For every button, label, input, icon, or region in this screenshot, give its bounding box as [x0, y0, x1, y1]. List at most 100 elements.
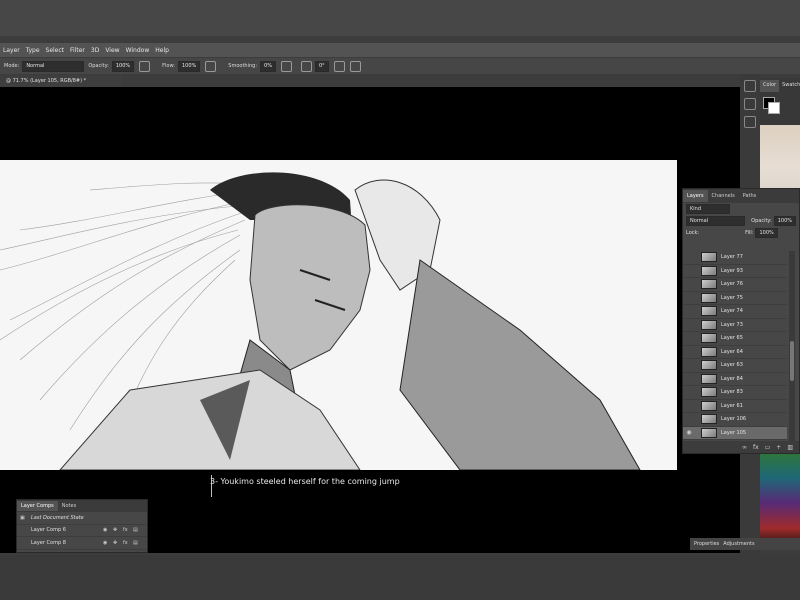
layer-name: Layer 105 [721, 429, 747, 436]
fill-field[interactable]: 100% [755, 228, 778, 238]
layer-thumbnail [701, 360, 717, 371]
layer-comp-item[interactable]: Layer Comp 8 ◉ ✥ fx ▤ [17, 537, 147, 550]
smart-object-icon[interactable]: ▤ [133, 540, 138, 546]
layer-thumbnail [701, 306, 717, 317]
menu-item-3d[interactable]: 3D [91, 47, 99, 54]
layer-thumbnail [701, 400, 717, 411]
tab-paths[interactable]: Paths [739, 190, 761, 202]
menu-item-help[interactable]: Help [155, 47, 169, 54]
menu-item-select[interactable]: Select [46, 47, 65, 54]
layer-list-scrollbar[interactable] [789, 251, 795, 441]
layer-row[interactable]: Layer 106 [683, 413, 787, 427]
position-icon[interactable]: ✥ [113, 540, 117, 546]
layer-row[interactable]: Layer 77 [683, 251, 787, 265]
fx-icon[interactable]: fx [123, 527, 128, 533]
mode-label: Mode: [4, 63, 20, 69]
menu-item-window[interactable]: Window [126, 47, 150, 54]
new-group-icon[interactable]: ▭ [765, 444, 771, 451]
fx-icon[interactable]: fx [123, 540, 128, 546]
tab-color[interactable]: Color [760, 80, 780, 92]
layer-row[interactable]: Layer 64 [683, 346, 787, 359]
info-icon[interactable] [744, 98, 756, 110]
brush-settings-icon[interactable] [744, 116, 756, 128]
layer-name: Layer 75 [721, 294, 743, 301]
layer-row[interactable]: Layer 74 [683, 305, 787, 319]
scroll-thumb[interactable] [790, 341, 794, 381]
flow-label: Flow: [162, 63, 175, 69]
menu-item-view[interactable]: View [105, 47, 119, 54]
trash-icon[interactable]: ▥ [787, 444, 793, 451]
layer-thumbnail [701, 252, 717, 263]
layer-opacity-label: Opacity: [751, 218, 772, 224]
fill-label: Fill: [745, 230, 754, 236]
smart-object-icon[interactable]: ▤ [133, 527, 138, 533]
angle-field[interactable]: 0° [314, 60, 329, 72]
fx-icon[interactable]: fx [753, 444, 759, 451]
pressure-size-icon[interactable] [333, 60, 345, 72]
smoothing-settings-icon[interactable] [280, 60, 292, 72]
layer-thumbnail [701, 279, 717, 290]
layer-row[interactable]: Layer 61 [683, 400, 787, 413]
layer-thumbnail [701, 414, 717, 425]
menu-bar: Layer Type Select Filter 3D View Window … [0, 43, 800, 57]
layer-row[interactable]: Layer 93 [683, 265, 787, 278]
new-layer-icon[interactable]: + [776, 444, 781, 451]
tab-swatches[interactable]: Swatches [779, 80, 800, 92]
color-panel-tabs: Color Swatches [760, 80, 800, 92]
symmetry-icon[interactable] [349, 60, 361, 72]
tab-adjustments[interactable]: Adjustments [723, 541, 754, 547]
tab-layer-comps[interactable]: Layer Comps [17, 501, 58, 511]
pressure-opacity-icon[interactable] [139, 60, 151, 72]
airbrush-icon[interactable] [205, 60, 217, 72]
layer-row[interactable]: ◉ Layer 105 [683, 426, 787, 440]
link-layers-icon[interactable]: ∞ [742, 444, 747, 451]
properties-panel-tabs: Properties Adjustments [690, 538, 800, 550]
opacity-field[interactable]: 100% [111, 60, 135, 72]
visibility-icon[interactable]: ◉ [683, 429, 695, 436]
layer-comp-item[interactable]: ▣ Last Document State [17, 512, 147, 525]
filter-row: Kind [683, 203, 799, 215]
background-color-swatch[interactable] [768, 102, 780, 114]
blend-mode-select[interactable]: Normal [686, 216, 746, 226]
menu-item-filter[interactable]: Filter [70, 47, 85, 54]
layer-thumbnail [701, 346, 717, 357]
history-icon[interactable] [744, 80, 756, 92]
layer-row[interactable]: Layer 65 [683, 332, 787, 346]
caption-text[interactable]: 3- Youkimo steeled herself for the comin… [210, 477, 400, 486]
layer-name: Layer 83 [721, 389, 743, 396]
layer-comp-item[interactable]: Layer Comp 6 ◉ ✥ fx ▤ [17, 525, 147, 537]
layer-comps-tabs: Layer Comps Notes [17, 500, 147, 512]
layer-row[interactable]: Layer 83 [683, 386, 787, 400]
layer-row[interactable]: Layer 75 [683, 292, 787, 305]
menu-item-type[interactable]: Type [26, 47, 40, 54]
layer-opacity-field[interactable]: 100% [773, 216, 796, 226]
layer-row[interactable]: Layer 73 [683, 319, 787, 332]
smoothing-field[interactable]: 0% [260, 60, 276, 72]
flow-field[interactable]: 100% [178, 60, 201, 72]
tab-layers[interactable]: Layers [683, 190, 708, 202]
layer-row[interactable]: Layer 76 [683, 278, 787, 292]
layer-thumbnail [701, 265, 717, 276]
layer-row[interactable]: Layer 63 [683, 359, 787, 373]
layer-name: Layer 64 [721, 348, 743, 355]
visibility-icon[interactable]: ◉ [103, 527, 107, 533]
layer-name: Layer 106 [721, 416, 747, 423]
kind-filter-select[interactable]: Kind [686, 204, 730, 214]
position-icon[interactable]: ✥ [113, 527, 117, 533]
visibility-icon[interactable]: ◉ [103, 540, 107, 546]
layers-panel-footer: ∞ fx ▭ + ▥ [683, 441, 799, 453]
layer-row[interactable]: Layer 84 [683, 373, 787, 386]
tab-channels[interactable]: Channels [708, 190, 739, 202]
layer-name: Layer 61 [721, 402, 743, 409]
layer-thumbnail [701, 427, 717, 438]
tool-options-bar: Mode: Normal Opacity: 100% Flow: 100% Sm… [0, 58, 800, 74]
layer-thumbnail [701, 373, 717, 384]
menu-item-layer[interactable]: Layer [3, 47, 20, 54]
tab-properties[interactable]: Properties [694, 541, 719, 547]
artwork-sketch[interactable] [0, 160, 677, 470]
document-tab[interactable]: @ 71.7% (Layer 105, RGB/8#) * [2, 78, 90, 84]
layer-thumbnail [701, 292, 717, 303]
mode-select[interactable]: Normal [22, 60, 85, 72]
document-icon: ▣ [20, 514, 25, 521]
tab-notes[interactable]: Notes [58, 501, 80, 511]
